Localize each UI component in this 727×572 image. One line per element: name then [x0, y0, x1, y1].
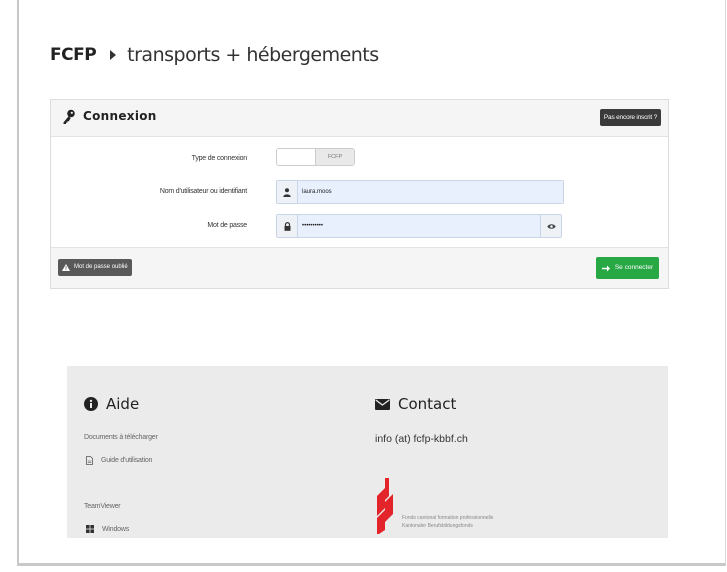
page-title: transports + hébergements — [127, 44, 379, 66]
windows-link-label: Windows — [102, 525, 129, 533]
logo-text-line1: Fonds cantonal formation professionnelle — [402, 515, 494, 521]
login-button[interactable]: Se connecter — [596, 257, 659, 279]
contact-email[interactable]: info (at) fcfp-kbbf.ch — [375, 433, 468, 445]
username-field[interactable]: laura.moos — [276, 180, 564, 204]
username-label: Nom d'utilisateur ou identifiant — [159, 188, 247, 195]
windows-icon — [86, 525, 94, 533]
password-input[interactable]: •••••••••• — [298, 215, 540, 237]
help-heading: Aide — [84, 395, 139, 413]
connection-type-label: Type de connexion — [191, 155, 248, 162]
login-label: Se connecter — [614, 264, 654, 271]
lock-icon — [277, 215, 298, 237]
arrow-right-icon — [601, 265, 610, 271]
connection-type-option-fcfp[interactable]: FCFP — [316, 149, 354, 165]
documents-label: Documents à télécharger — [84, 434, 158, 441]
guide-link-label: Guide d'utilisation — [101, 457, 153, 464]
login-panel: Connexion Pas encore inscrit ? Type de c… — [50, 99, 669, 289]
logo-text-line2: Kantonaler Berufsbildungsfonds — [402, 523, 473, 529]
brand-logo[interactable]: FCFP — [50, 45, 97, 65]
user-icon — [277, 181, 298, 203]
password-field[interactable]: •••••••••• — [276, 214, 562, 238]
windows-link[interactable]: Windows — [86, 525, 129, 533]
page-header: FCFP transports + hébergements — [50, 44, 379, 66]
help-title: Aide — [106, 395, 140, 413]
breadcrumb-separator-icon — [110, 50, 117, 60]
login-panel-footer: Mot de passe oublié Se connecter — [51, 247, 668, 288]
key-icon — [63, 109, 75, 124]
file-icon — [86, 456, 93, 465]
eye-icon[interactable] — [540, 215, 561, 237]
login-panel-header: Connexion Pas encore inscrit ? — [51, 100, 668, 137]
contact-title: Contact — [398, 395, 457, 413]
fcfp-logo-mark-icon — [377, 478, 393, 534]
info-circle-icon — [84, 397, 98, 411]
warning-icon — [62, 264, 70, 271]
forgot-password-button[interactable]: Mot de passe oublié — [58, 259, 132, 276]
connection-type-toggle[interactable]: FCFP — [276, 148, 355, 166]
username-input[interactable]: laura.moos — [298, 181, 563, 203]
footer: Aide Documents à télécharger Guide d'uti… — [67, 366, 668, 538]
password-label: Mot de passe — [207, 222, 247, 229]
forgot-password-label: Mot de passe oublié — [74, 264, 128, 270]
connection-type-option-blank[interactable] — [277, 149, 316, 165]
envelope-icon — [375, 398, 390, 410]
teamviewer-label: TeamViewer — [84, 503, 121, 510]
contact-heading: Contact — [375, 395, 456, 413]
guide-link[interactable]: Guide d'utilisation — [86, 456, 152, 465]
login-panel-title: Connexion — [83, 109, 157, 123]
register-button[interactable]: Pas encore inscrit ? — [599, 109, 661, 126]
